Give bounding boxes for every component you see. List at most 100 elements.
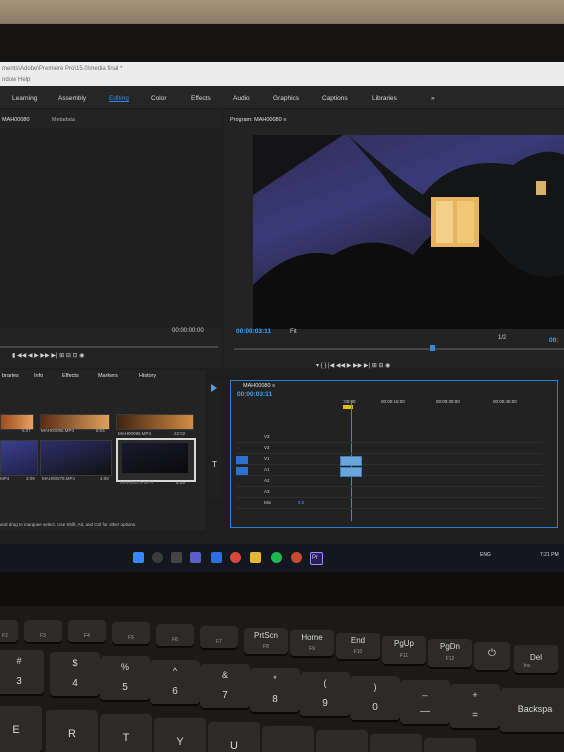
key-label: 9 bbox=[322, 698, 328, 709]
key-f7[interactable]: F7 bbox=[200, 626, 238, 648]
clip-name: MP4 bbox=[0, 476, 10, 481]
workspace-tab-graphics[interactable]: Graphics bbox=[273, 95, 299, 102]
laptop-bezel bbox=[0, 24, 564, 64]
program-transport-controls[interactable]: ▾ { } |◀ ◀◀ ▶ ▶▶ ▶| ⊞ ⊟ ◉ bbox=[316, 362, 390, 369]
clip-thumbnail[interactable] bbox=[0, 440, 38, 476]
workspace-tab-learning[interactable]: Learning bbox=[12, 95, 37, 102]
clip-thumbnail[interactable] bbox=[116, 414, 194, 430]
workspace-tab-color[interactable]: Color bbox=[151, 95, 167, 102]
key-label: Y bbox=[176, 736, 184, 748]
key-t[interactable]: T bbox=[100, 714, 152, 752]
key-f3[interactable]: F3 bbox=[24, 620, 62, 642]
language-indicator[interactable]: ENG bbox=[480, 552, 491, 558]
key-5[interactable]: % 5 bbox=[100, 656, 150, 700]
timeline-timecode[interactable]: 00:00:03:11 bbox=[237, 391, 272, 398]
start-icon[interactable] bbox=[133, 552, 144, 563]
key-label: R bbox=[68, 728, 76, 740]
tab-history[interactable]: History bbox=[139, 373, 156, 379]
window-titlebar: ments\Adobe\Premiere Pro\15.0\media fina… bbox=[0, 62, 564, 86]
fit-dropdown[interactable]: Fit bbox=[290, 329, 297, 335]
clip-thumbnail[interactable] bbox=[40, 440, 112, 476]
workspace-tab-libraries[interactable]: Libraries bbox=[372, 95, 397, 102]
mix-value[interactable]: 0.0 bbox=[298, 500, 304, 505]
workspace-tab-assembly[interactable]: Assembly bbox=[58, 95, 86, 102]
key-equals[interactable]: + = bbox=[450, 684, 500, 728]
key-label: U bbox=[230, 740, 238, 752]
program-scrubber[interactable] bbox=[234, 348, 564, 350]
premiere-label: Pr bbox=[312, 555, 318, 561]
clip-thumbnail-selected[interactable] bbox=[116, 438, 196, 482]
a1-source-patch[interactable] bbox=[236, 467, 248, 475]
key-4[interactable]: $4 bbox=[50, 652, 100, 696]
key-9[interactable]: (9 bbox=[300, 672, 350, 716]
key-bracket[interactable] bbox=[424, 738, 476, 752]
key-sublabel: Ins bbox=[523, 663, 531, 669]
more-workspaces-button[interactable]: » bbox=[431, 95, 435, 102]
clock-time[interactable]: 7:21 PM bbox=[540, 552, 559, 558]
key-shift-label: ^ bbox=[172, 666, 178, 676]
program-monitor-title[interactable]: Program: MAH00080 ≡ bbox=[230, 117, 286, 123]
key-f5[interactable]: F5 bbox=[112, 622, 150, 644]
key-3[interactable]: #3 bbox=[0, 650, 44, 694]
key-0[interactable]: ) 0 bbox=[350, 676, 400, 720]
key-f4[interactable]: F4 bbox=[68, 620, 106, 642]
key-p[interactable] bbox=[370, 734, 422, 752]
tab-effects[interactable]: Effects bbox=[62, 373, 79, 379]
key-ins[interactable]: Ins Del bbox=[514, 645, 558, 673]
video-clip[interactable] bbox=[340, 456, 362, 466]
selection-tool-icon[interactable] bbox=[211, 384, 217, 392]
workspace-bar: Learning Assembly Editing Color Effects … bbox=[0, 86, 564, 108]
program-timecode[interactable]: 00:00:03:11 bbox=[236, 328, 271, 335]
ruler-tick: 00:00:15:00 bbox=[381, 399, 405, 404]
key-pgup[interactable]: PgUp F11 bbox=[382, 636, 426, 664]
key-minus[interactable]: _ — bbox=[400, 680, 450, 724]
key-sublabel: F8 bbox=[263, 644, 269, 650]
key-r[interactable]: R bbox=[46, 710, 98, 752]
type-tool[interactable]: T bbox=[212, 460, 217, 469]
key-label: End bbox=[350, 636, 366, 645]
source-clip-tab[interactable]: MAH00080 bbox=[2, 117, 30, 123]
key-backspace[interactable]: Backspa bbox=[500, 688, 564, 732]
key-f6[interactable]: F6 bbox=[156, 624, 194, 646]
key-6[interactable]: ^ 6 bbox=[150, 660, 200, 704]
key-o[interactable] bbox=[316, 730, 368, 752]
clip-duration: 5:07 bbox=[22, 428, 31, 433]
key-prtscn[interactable]: PrtScn F8 bbox=[244, 628, 288, 654]
audio-clip[interactable] bbox=[340, 467, 362, 477]
workspace-tab-editing[interactable]: Editing bbox=[109, 95, 129, 102]
app-icon[interactable] bbox=[291, 552, 302, 563]
key-e[interactable]: E bbox=[0, 706, 42, 752]
v1-source-patch[interactable] bbox=[236, 456, 248, 464]
tab-markers[interactable]: Markers bbox=[98, 373, 118, 379]
workspace-tab-captions[interactable]: Captions bbox=[322, 95, 348, 102]
chrome-icon[interactable] bbox=[230, 552, 241, 563]
key-7[interactable]: & 7 bbox=[200, 664, 250, 708]
search-icon[interactable] bbox=[152, 552, 163, 563]
key-end[interactable]: End F10 bbox=[336, 633, 380, 659]
metadata-tab[interactable]: Metadata bbox=[52, 117, 75, 123]
workspace-tab-audio[interactable]: Audio bbox=[233, 95, 250, 102]
teams-icon[interactable] bbox=[190, 552, 201, 563]
spotify-icon[interactable] bbox=[271, 552, 282, 563]
key-8[interactable]: * 8 bbox=[250, 668, 300, 712]
key-u[interactable]: U bbox=[208, 722, 260, 752]
premiere-pro-icon[interactable]: Pr bbox=[310, 552, 323, 565]
key-pgdn[interactable]: PgDn F12 bbox=[428, 639, 472, 667]
key-y[interactable]: Y bbox=[154, 718, 206, 752]
tab-info[interactable]: Info bbox=[34, 373, 43, 379]
sequence-tab[interactable]: MAH00080 ≡ bbox=[243, 383, 275, 389]
task-view-icon[interactable] bbox=[171, 552, 182, 563]
source-scrubber[interactable] bbox=[0, 346, 218, 348]
key-f2[interactable]: F2 bbox=[0, 620, 18, 642]
resolution-dropdown[interactable]: 1/2 bbox=[498, 335, 506, 341]
edge-icon[interactable] bbox=[211, 552, 222, 563]
key-label: Del bbox=[529, 653, 542, 662]
track-label: A3 bbox=[264, 489, 270, 494]
key-home[interactable]: Home F9 bbox=[290, 630, 334, 656]
file-explorer-icon[interactable] bbox=[250, 552, 261, 563]
tab-libraries[interactable]: braries bbox=[2, 373, 19, 379]
key-i[interactable] bbox=[262, 726, 314, 752]
workspace-tab-effects[interactable]: Effects bbox=[191, 95, 211, 102]
source-transport-controls[interactable]: ▮ ◀◀ ◀ ▶ ▶▶ ▶| ⊞ ⊟ ⊡ ◉ bbox=[12, 352, 84, 359]
playhead-marker[interactable] bbox=[430, 345, 435, 351]
